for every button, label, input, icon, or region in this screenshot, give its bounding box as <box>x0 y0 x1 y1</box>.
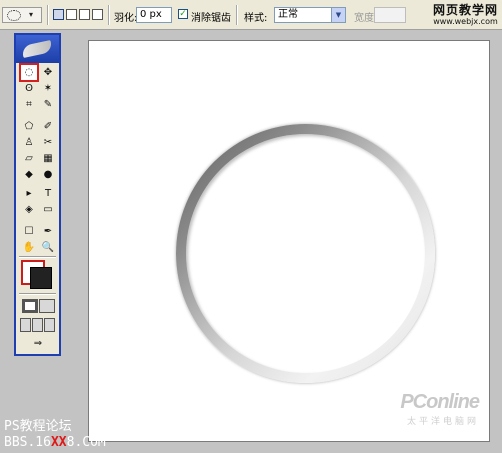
new-selection-button[interactable] <box>53 9 64 20</box>
quick-mask-button[interactable] <box>39 299 55 313</box>
separator <box>108 5 110 25</box>
clone-stamp-tool-icon[interactable]: ♙ <box>21 135 37 150</box>
crop-tool-icon[interactable]: ⌗ <box>21 97 37 112</box>
path-selection-tool-icon[interactable]: ▸ <box>21 186 37 201</box>
style-select[interactable]: 正常 ▼ <box>274 7 346 23</box>
zoom-tool-icon[interactable]: 🔍 <box>40 240 56 255</box>
watermark-top: 网页教学网 www.webjx.com <box>433 4 498 28</box>
separator <box>19 293 56 295</box>
notes-tool-icon[interactable]: ☐ <box>21 224 37 239</box>
lasso-tool-icon[interactable]: ʘ <box>21 81 37 96</box>
watermark-forum-title: PS教程论坛 <box>4 419 72 434</box>
jump-to-imageready-icon[interactable]: ⇒ <box>28 336 48 351</box>
antialias-checkbox[interactable]: ✓ <box>178 9 188 19</box>
url-suffix: 8.COM <box>66 435 106 450</box>
shape-tool-icon[interactable]: ▭ <box>40 202 56 217</box>
hand-tool-icon[interactable]: ✋ <box>21 240 37 255</box>
ring-inner-fill <box>186 134 425 373</box>
pen-tool-icon[interactable]: ◈ <box>21 202 37 217</box>
intersect-selection-button[interactable] <box>92 9 103 20</box>
gradient-tool-icon[interactable]: ▦ <box>40 151 56 166</box>
history-brush-tool-icon[interactable]: ✂ <box>40 135 56 150</box>
antialias-label: 消除锯齿 <box>191 13 231 24</box>
document-canvas[interactable]: PConline 太平洋电脑网 <box>88 40 490 442</box>
separator <box>236 5 238 25</box>
healing-brush-tool-icon[interactable]: ⬠ <box>21 119 37 134</box>
options-bar: ▾ 羽化: 0 px ✓ 消除锯齿 样式: 正常 ▼ 宽度 网页教学网 www.… <box>0 0 502 30</box>
elliptical-marquee-tool-icon[interactable]: ◌ <box>19 63 39 82</box>
circular-ring-shape <box>176 124 435 383</box>
brush-tool-icon[interactable]: ✐ <box>40 119 56 134</box>
eyedropper-tool-icon[interactable]: ✒ <box>40 224 56 239</box>
type-tool-icon[interactable]: T <box>40 186 56 201</box>
url-prefix: BBS.16 <box>4 435 51 450</box>
magic-wand-tool-icon[interactable]: ✶ <box>40 81 56 96</box>
watermark-title: 网页教学网 <box>432 3 498 17</box>
feather-label: 羽化: <box>114 13 138 24</box>
dodge-tool-icon[interactable]: ● <box>40 167 56 182</box>
toolbox: ◌ ✥ ʘ ✶ ⌗ ✎ ⬠ ✐ ♙ ✂ ▱ ▦ ◆ ● ▸ T ◈ ▭ ☐ ✒ ✋ 🔍 ⇒ <box>14 33 61 356</box>
blur-tool-icon[interactable]: ◆ <box>21 167 37 182</box>
watermark-bottom: PS教程论坛 BBS.16XX8.COM <box>4 419 106 451</box>
standard-mode-button[interactable] <box>22 299 38 313</box>
eraser-tool-icon[interactable]: ▱ <box>21 151 37 166</box>
subtract-from-selection-button[interactable] <box>79 9 90 20</box>
feather-logo-icon <box>21 40 53 58</box>
toolbox-header[interactable] <box>16 35 59 63</box>
width-input[interactable] <box>374 7 406 23</box>
feather-input[interactable]: 0 px <box>136 7 172 23</box>
elliptical-marquee-icon <box>7 10 21 21</box>
separator <box>19 256 56 258</box>
screen-mode-standard-button[interactable] <box>20 318 31 332</box>
width-label: 宽度 <box>354 13 374 24</box>
style-label: 样式: <box>244 13 268 24</box>
style-select-value: 正常 <box>278 9 298 20</box>
slice-tool-icon[interactable]: ✎ <box>40 97 56 112</box>
screen-mode-full-button[interactable] <box>44 318 55 332</box>
screen-mode-menubar-button[interactable] <box>32 318 43 332</box>
logo-sub: 太平洋电脑网 <box>406 416 479 426</box>
pconline-logo: PConline 太平洋电脑网 <box>400 391 480 427</box>
logo-main: PConline <box>400 391 480 413</box>
url-xx: XX <box>50 435 67 450</box>
move-tool-icon[interactable]: ✥ <box>40 65 56 80</box>
tool-preset-picker[interactable]: ▾ <box>2 7 42 23</box>
chevron-down-icon: ▾ <box>29 10 34 19</box>
chevron-down-icon: ▼ <box>331 8 345 22</box>
watermark-url: www.webjx.com <box>433 17 498 26</box>
add-to-selection-button[interactable] <box>66 9 77 20</box>
watermark-forum-url: BBS.16XX8.COM <box>4 435 106 451</box>
background-color-swatch[interactable] <box>30 267 52 289</box>
separator <box>47 5 49 25</box>
